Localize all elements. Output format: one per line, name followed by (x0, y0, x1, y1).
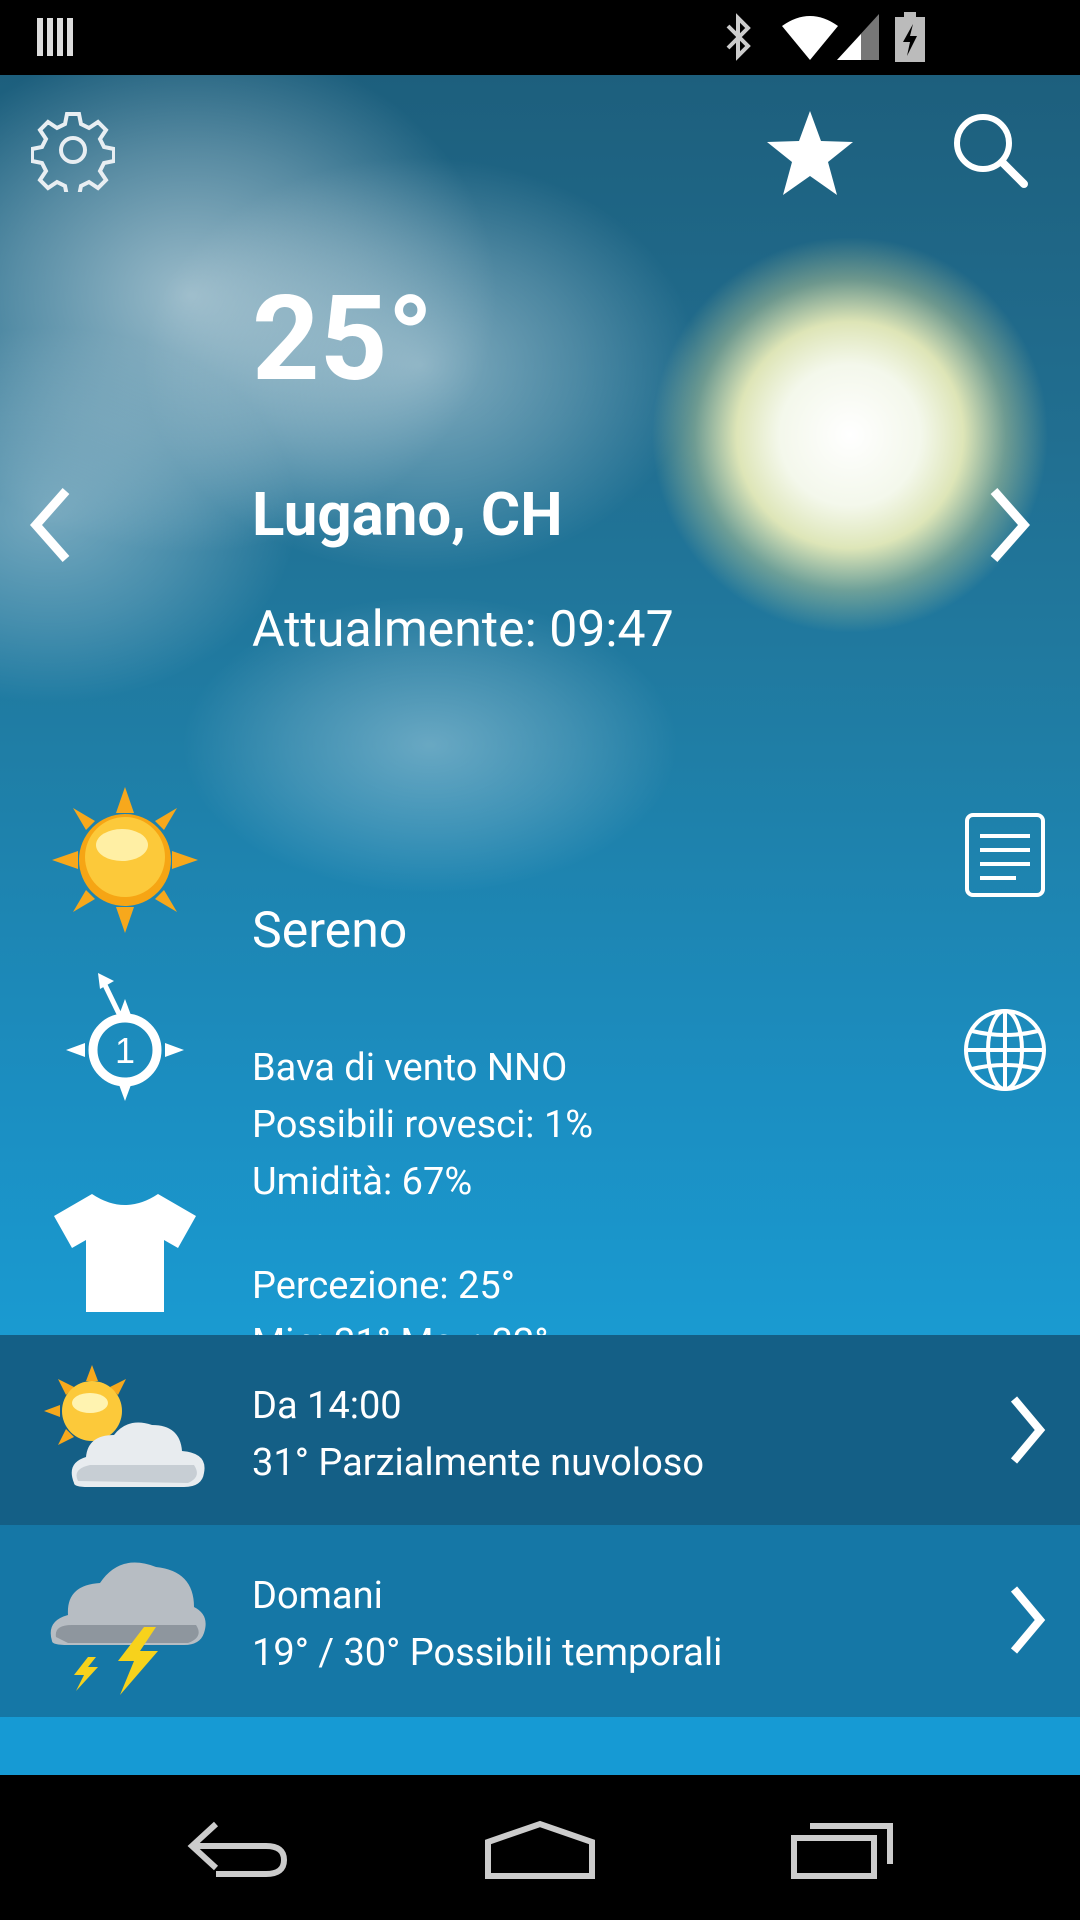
forecast-title: Domani (252, 1574, 383, 1618)
forecast-title: Da 14:00 (252, 1384, 402, 1428)
globe-icon (964, 1009, 1046, 1091)
news-icon (965, 813, 1045, 897)
rain-chance-text: Possibili rovesci: 1% (252, 1103, 594, 1147)
current-temperature: 25° (252, 270, 434, 408)
tshirt-icon (54, 1194, 196, 1312)
signal-icon (837, 14, 879, 60)
weather-screen: 25° Lugano, CH Attualmente: 09:47 Sereno (0, 75, 1080, 1775)
radar-map-button[interactable] (960, 1005, 1050, 1095)
wind-text: Bava di vento NNO (252, 1046, 568, 1090)
notification-icon (37, 18, 73, 56)
recents-icon[interactable] (790, 1820, 894, 1880)
battery-icon (895, 12, 925, 62)
forecast-summary: 31° Parzialmente nuvoloso (252, 1441, 705, 1485)
bluetooth-icon (726, 13, 751, 61)
forecast-row-tomorrow[interactable]: Domani 19° / 30° Possibili temporali (0, 1525, 1080, 1717)
wifi-icon (782, 16, 838, 60)
condition-label: Sereno (252, 902, 408, 960)
city-name: Lugano, CH (252, 479, 563, 550)
favorite-button[interactable] (760, 103, 860, 203)
chevron-left-icon (29, 488, 70, 562)
search-icon (954, 114, 1028, 188)
forecast-summary: 19° / 30° Possibili temporali (252, 1631, 723, 1675)
settings-button[interactable] (28, 105, 118, 195)
last-updated: Attualmente: 09:47 (252, 601, 674, 659)
chevron-right-icon (1010, 1396, 1046, 1464)
previous-location-button[interactable] (20, 475, 80, 575)
next-location-button[interactable] (980, 475, 1040, 575)
search-button[interactable] (945, 105, 1035, 195)
forecast-row-afternoon[interactable]: Da 14:00 31° Parzialmente nuvoloso (0, 1335, 1080, 1525)
wind-compass-icon: 1 (66, 973, 184, 1101)
sun-icon (52, 787, 198, 933)
partly-cloudy-icon (44, 1365, 205, 1487)
chevron-right-icon (1010, 1586, 1046, 1654)
navigation-bar (0, 1775, 1080, 1920)
news-button[interactable] (962, 810, 1048, 900)
wind-speed-value: 1 (115, 1030, 135, 1071)
humidity-text: Umidità: 67% (252, 1160, 473, 1204)
settings-icon (31, 112, 115, 192)
chevron-right-icon (990, 488, 1031, 562)
perceived-temperature: Percezione: 25° (252, 1264, 515, 1308)
back-icon[interactable] (186, 1820, 290, 1880)
status-bar (0, 0, 1080, 75)
background-sun (650, 235, 1050, 635)
star-icon (767, 111, 853, 195)
home-icon[interactable] (484, 1820, 596, 1880)
thunderstorm-icon (50, 1562, 206, 1695)
